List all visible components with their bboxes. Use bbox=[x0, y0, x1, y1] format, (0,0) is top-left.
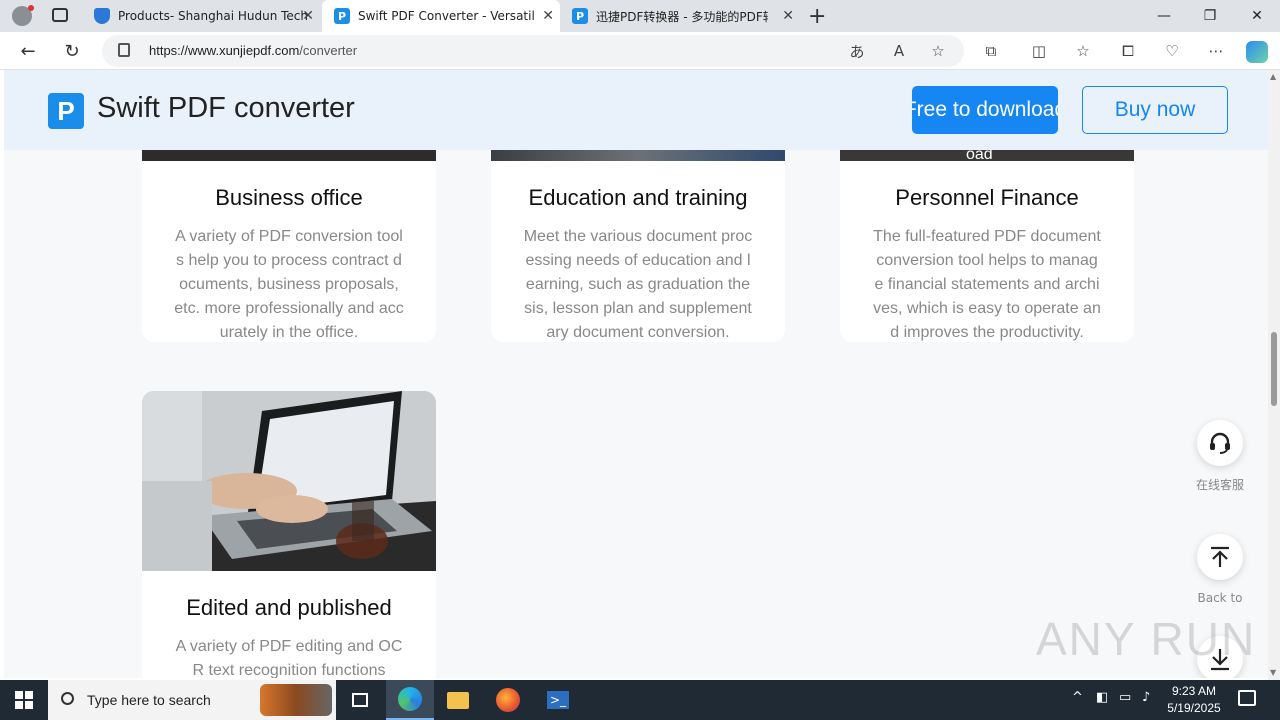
url-path: /converter bbox=[299, 43, 358, 58]
taskbar-clock[interactable]: 9:23 AM 5/19/2025 bbox=[1160, 683, 1228, 717]
card-title: Edited and published bbox=[186, 595, 392, 620]
card-title: Business office bbox=[215, 185, 363, 210]
clock-time: 9:23 AM bbox=[1171, 684, 1217, 698]
page-content: Business office A variety of PDF convers… bbox=[4, 150, 1268, 678]
refresh-icon[interactable]: ↻ bbox=[58, 38, 86, 64]
tab-title: 迅捷PDF转换器 - 多功能的PDF转 bbox=[596, 9, 768, 24]
card-business-office[interactable]: Business office A variety of PDF convers… bbox=[142, 150, 436, 342]
tab-title: Products- Shanghai Hudun Tech bbox=[118, 9, 308, 23]
site-header: P Swift PDF converter Free to download B… bbox=[4, 70, 1268, 150]
file-explorer-icon[interactable] bbox=[434, 680, 482, 720]
address-toolbar: ← ↻ https://www.xunjiepdf.com/converter … bbox=[0, 32, 1280, 70]
firefox-icon[interactable] bbox=[484, 680, 532, 720]
tab-xunjie[interactable]: P 迅捷PDF转换器 - 多功能的PDF转 ✕ bbox=[562, 0, 800, 32]
card-personnel-finance[interactable]: oad Personnel Finance The full-featured … bbox=[840, 150, 1134, 342]
copilot-icon[interactable] bbox=[1246, 41, 1268, 63]
scroll-down-icon[interactable]: ▼ bbox=[1270, 668, 1276, 677]
url-host: https://www.xunjiepdf.com bbox=[149, 43, 300, 58]
clock-date: 5/19/2025 bbox=[1167, 701, 1221, 715]
address-bar[interactable]: https://www.xunjiepdf.com/converter あ A … bbox=[102, 35, 964, 67]
buy-now-button[interactable]: Buy now bbox=[1082, 86, 1228, 134]
restore-icon[interactable]: ❐ bbox=[1187, 0, 1233, 32]
extensions-icon[interactable]: ⧉ bbox=[979, 40, 1003, 62]
card-title: Education and training bbox=[528, 185, 748, 210]
favorite-star-icon[interactable]: ☆ bbox=[926, 40, 950, 62]
search-icon bbox=[61, 692, 74, 705]
customer-service-button[interactable] bbox=[1197, 420, 1243, 466]
translate-icon[interactable]: あ bbox=[845, 40, 869, 62]
powershell-icon[interactable]: >_ bbox=[534, 680, 582, 720]
watermark: ANY RUN bbox=[1036, 613, 1257, 665]
minimize-icon[interactable]: — bbox=[1141, 0, 1187, 32]
image-overlay-text: oad bbox=[966, 150, 993, 163]
close-window-icon[interactable]: ✕ bbox=[1234, 0, 1280, 32]
new-tab-icon[interactable]: + bbox=[808, 4, 826, 29]
page-scrollbar[interactable]: ▲ ▼ bbox=[1268, 70, 1280, 680]
brand-name[interactable]: Swift PDF converter bbox=[97, 92, 355, 125]
card-image bbox=[142, 391, 436, 571]
close-tab-icon[interactable]: ✕ bbox=[302, 8, 314, 24]
back-to-top-label: Back to bbox=[1197, 591, 1243, 605]
tray-app-icon[interactable]: ◧ bbox=[1096, 690, 1108, 705]
close-tab-icon[interactable]: ✕ bbox=[782, 8, 794, 24]
volume-icon[interactable]: ♪ bbox=[1142, 690, 1150, 705]
card-edited-published[interactable]: Edited and published A variety of PDF ed… bbox=[142, 391, 436, 678]
brand-logo-icon[interactable]: P bbox=[48, 93, 84, 129]
shield-icon bbox=[94, 8, 110, 24]
close-tab-icon[interactable]: ✕ bbox=[542, 8, 554, 24]
back-arrow-icon[interactable]: ← bbox=[14, 38, 42, 64]
search-highlight-image bbox=[260, 684, 332, 716]
notification-dot bbox=[28, 5, 34, 11]
split-screen-icon[interactable]: ◫ bbox=[1027, 40, 1051, 62]
customer-service-label: 在线客服 bbox=[1195, 478, 1244, 492]
laptop-photo bbox=[142, 391, 436, 571]
lock-icon bbox=[118, 43, 130, 57]
tab-title: Swift PDF Converter - Versatile PD bbox=[358, 9, 534, 23]
task-view-icon[interactable] bbox=[336, 680, 384, 720]
tab-swift-pdf[interactable]: P Swift PDF Converter - Versatile PD ✕ bbox=[322, 0, 560, 32]
back-to-top-button[interactable] bbox=[1197, 534, 1243, 580]
free-download-button[interactable]: Free to download bbox=[912, 86, 1058, 134]
card-description: Meet the various document processing nee… bbox=[523, 228, 753, 341]
search-placeholder: Type here to search bbox=[87, 692, 211, 708]
tab-products[interactable]: Products- Shanghai Hudun Tech ✕ bbox=[84, 0, 320, 32]
collections-icon[interactable]: ⧠ bbox=[1116, 40, 1140, 62]
tab-actions-icon[interactable] bbox=[52, 8, 68, 22]
card-education-training[interactable]: Education and training Meet the various … bbox=[491, 150, 785, 342]
notification-center-icon[interactable] bbox=[1238, 690, 1256, 706]
taskbar: Type here to search >_ ^ ◧ ▭ ♪ 9:23 AM 5… bbox=[0, 680, 1280, 720]
screen: { "browser": { "tabs": [ {"title": "Prod… bbox=[0, 0, 1280, 720]
browser-essentials-icon[interactable]: ♡ bbox=[1160, 40, 1184, 62]
scrollbar-thumb[interactable] bbox=[1271, 332, 1277, 406]
card-description: A variety of PDF editing and OCR text re… bbox=[175, 638, 403, 678]
network-icon[interactable]: ▭ bbox=[1119, 690, 1131, 705]
card-title: Personnel Finance bbox=[895, 185, 1079, 210]
url-text: https://www.xunjiepdf.com/converter bbox=[149, 43, 357, 58]
read-aloud-icon[interactable]: A bbox=[887, 40, 911, 62]
windows-start-icon[interactable] bbox=[0, 680, 48, 720]
card-description: The full-featured PDF document conversio… bbox=[873, 228, 1101, 341]
more-menu-icon[interactable]: ⋯ bbox=[1204, 40, 1228, 62]
pdf-logo-icon: P bbox=[572, 8, 588, 24]
browser-tab-strip: Products- Shanghai Hudun Tech ✕ P Swift … bbox=[0, 0, 1280, 32]
scroll-up-icon[interactable]: ▲ bbox=[1270, 72, 1276, 81]
favorites-icon[interactable]: ☆ bbox=[1071, 40, 1095, 62]
taskbar-search-box[interactable]: Type here to search bbox=[48, 680, 336, 720]
card-image bbox=[491, 150, 785, 161]
headset-icon bbox=[1210, 432, 1230, 454]
arrow-up-icon bbox=[1211, 546, 1229, 567]
pdf-logo-icon: P bbox=[334, 8, 350, 24]
edge-taskbar-icon[interactable] bbox=[386, 680, 434, 720]
tray-chevron-icon[interactable]: ^ bbox=[1072, 690, 1083, 705]
card-description: A variety of PDF conversion tools help y… bbox=[174, 228, 404, 341]
card-image bbox=[142, 150, 436, 161]
